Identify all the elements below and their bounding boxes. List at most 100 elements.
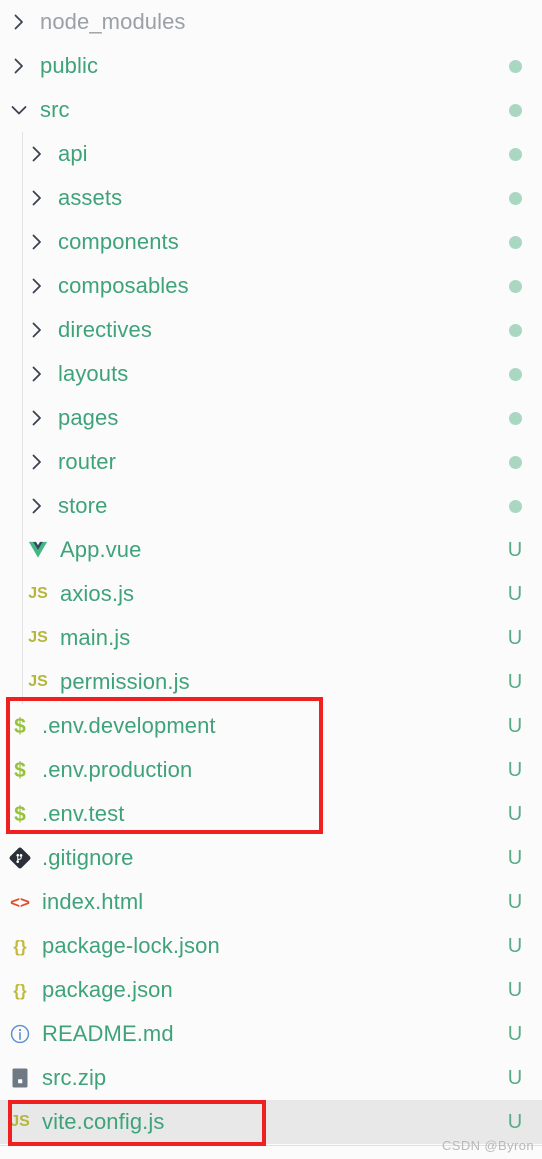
file-tree-row[interactable]: {} package-lock.json U xyxy=(0,924,542,968)
file-tree-row[interactable]: {} package.json U xyxy=(0,968,542,1012)
folder-change-dot xyxy=(508,235,522,249)
file-tree-row[interactable]: JS axios.js U xyxy=(0,572,542,616)
git-status-badge: U xyxy=(507,803,523,825)
row-label-wrap: JS vite.config.js xyxy=(0,1109,502,1135)
git-status-badge: U xyxy=(507,715,523,737)
indent-guide xyxy=(22,484,23,528)
file-tree-row[interactable]: public xyxy=(0,44,542,88)
row-status: U xyxy=(502,980,528,1000)
git-status-badge: U xyxy=(507,891,523,913)
file-tree-row[interactable]: store xyxy=(0,484,542,528)
file-name-label: .gitignore xyxy=(42,845,134,870)
git-status-badge: U xyxy=(507,1111,523,1133)
chevron-right-icon[interactable] xyxy=(24,361,50,387)
git-status-badge: U xyxy=(507,1067,523,1089)
folder-change-dot xyxy=(508,191,522,205)
file-tree-row[interactable]: src.zip U xyxy=(0,1056,542,1100)
file-name-label: package.json xyxy=(42,977,173,1002)
file-name-label: README.md xyxy=(42,1021,174,1046)
row-status: U xyxy=(502,540,528,560)
watermark-label: CSDN @Byron xyxy=(441,1138,534,1153)
env-icon: $ xyxy=(14,714,26,738)
file-tree-row[interactable]: App.vue U xyxy=(0,528,542,572)
row-status xyxy=(502,455,528,469)
row-status xyxy=(502,367,528,381)
file-name-label: .env.development xyxy=(42,713,216,738)
chevron-right-icon[interactable] xyxy=(24,229,50,255)
file-tree-row[interactable]: src xyxy=(0,88,542,132)
file-name-label: node_modules xyxy=(40,9,186,34)
file-tree-row[interactable]: JS main.js U xyxy=(0,616,542,660)
folder-change-dot xyxy=(508,279,522,293)
row-status xyxy=(502,191,528,205)
chevron-right-icon[interactable] xyxy=(24,141,50,167)
file-tree-row[interactable]: $ .env.production U xyxy=(0,748,542,792)
row-label-wrap: $ .env.development xyxy=(0,713,502,739)
json-icon: {} xyxy=(13,980,27,1000)
js-icon: JS xyxy=(10,1113,30,1130)
file-tree-row[interactable]: directives xyxy=(0,308,542,352)
folder-change-dot xyxy=(508,59,522,73)
file-tree-row[interactable]: composables xyxy=(0,264,542,308)
git-status-badge: U xyxy=(507,539,523,561)
chevron-right-icon[interactable] xyxy=(24,185,50,211)
row-status xyxy=(502,499,528,513)
indent-guide xyxy=(22,440,23,484)
indent-guide xyxy=(22,396,23,440)
file-tree-row[interactable]: pages xyxy=(0,396,542,440)
row-status: U xyxy=(502,892,528,912)
file-tree-row[interactable]: router xyxy=(0,440,542,484)
row-label-wrap: src.zip xyxy=(0,1065,502,1091)
file-tree-row[interactable]: JS permission.js U xyxy=(0,660,542,704)
file-name-label: package-lock.json xyxy=(42,933,220,958)
git-status-badge: U xyxy=(507,979,523,1001)
row-status: U xyxy=(502,1024,528,1044)
git-icon xyxy=(6,845,34,871)
file-tree-row[interactable]: $ .env.test U xyxy=(0,792,542,836)
git-status-badge: U xyxy=(507,935,523,957)
indent-guide xyxy=(22,660,23,704)
row-status: U xyxy=(502,804,528,824)
file-name-label: components xyxy=(58,229,179,254)
row-status: U xyxy=(502,1112,528,1132)
chevron-right-icon[interactable] xyxy=(6,53,32,79)
html-icon: <> xyxy=(10,892,30,912)
file-tree-row[interactable]: layouts xyxy=(0,352,542,396)
row-status xyxy=(502,323,528,337)
file-tree-row[interactable]: node_modules xyxy=(0,0,542,44)
git-status-badge: U xyxy=(507,627,523,649)
indent-guide xyxy=(22,176,23,220)
file-name-label: api xyxy=(58,141,88,166)
row-label-wrap: public xyxy=(0,53,502,79)
chevron-right-icon[interactable] xyxy=(24,493,50,519)
file-tree-row[interactable]: README.md U xyxy=(0,1012,542,1056)
chevron-right-icon[interactable] xyxy=(24,273,50,299)
file-name-label: permission.js xyxy=(60,669,190,694)
indent-guide xyxy=(22,528,23,572)
row-label-wrap: App.vue xyxy=(0,537,502,563)
chevron-right-icon[interactable] xyxy=(24,405,50,431)
indent-guide xyxy=(22,220,23,264)
indent-guide xyxy=(22,264,23,308)
file-tree-row[interactable]: .gitignore U xyxy=(0,836,542,880)
chevron-down-icon[interactable] xyxy=(6,97,32,123)
chevron-right-icon[interactable] xyxy=(24,317,50,343)
row-label-wrap: router xyxy=(0,449,502,475)
file-tree-row[interactable]: $ .env.development U xyxy=(0,704,542,748)
row-status xyxy=(502,59,528,73)
file-tree-row[interactable]: <> index.html U xyxy=(0,880,542,924)
row-label-wrap: components xyxy=(0,229,502,255)
row-status: U xyxy=(502,628,528,648)
git-status-badge: U xyxy=(507,759,523,781)
row-label-wrap: directives xyxy=(0,317,502,343)
chevron-right-icon[interactable] xyxy=(24,449,50,475)
row-label-wrap: README.md xyxy=(0,1021,502,1047)
file-tree-row[interactable]: assets xyxy=(0,176,542,220)
file-explorer-tree[interactable]: node_modulespublic src api assets components… xyxy=(0,0,542,1159)
row-status xyxy=(502,235,528,249)
git-status-badge: U xyxy=(507,583,523,605)
chevron-right-icon[interactable] xyxy=(6,9,32,35)
file-tree-row[interactable]: api xyxy=(0,132,542,176)
js-icon: JS xyxy=(28,629,48,646)
file-tree-row[interactable]: components xyxy=(0,220,542,264)
